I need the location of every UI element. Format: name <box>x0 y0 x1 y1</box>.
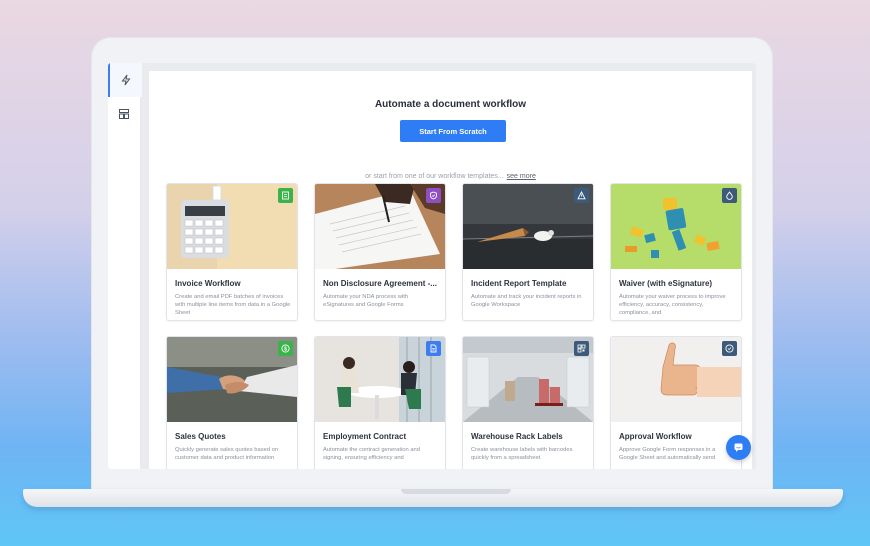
hint-text: or start from one of our workflow templa… <box>365 173 504 180</box>
template-title: Warehouse Rack Labels <box>471 432 563 441</box>
laptop-notch <box>401 489 511 494</box>
template-title: Sales Quotes <box>175 432 226 441</box>
template-badge <box>722 341 737 356</box>
chat-button[interactable] <box>726 435 751 460</box>
template-title: Non Disclosure Agreement -... <box>323 279 437 288</box>
warning-icon <box>577 191 586 200</box>
sidebar <box>108 63 142 469</box>
app-window: Automate a document workflow Start From … <box>108 63 756 469</box>
template-badge <box>278 188 293 203</box>
main-content: Automate a document workflow Start From … <box>149 71 752 469</box>
templates-hint: or start from one of our workflow templa… <box>149 173 752 180</box>
check-circle-icon <box>725 344 734 353</box>
template-badge <box>574 341 589 356</box>
template-description: Quickly generate sales quotes based on c… <box>175 447 279 461</box>
template-description: Automate and track your incident reports… <box>471 294 582 308</box>
svg-text:$: $ <box>284 346 287 352</box>
template-card[interactable]: Waiver (with eSignature) Automate your w… <box>610 183 742 321</box>
template-badge <box>722 188 737 203</box>
chat-icon <box>734 443 743 452</box>
template-title: Approval Workflow <box>619 432 692 441</box>
page-title: Automate a document workflow <box>374 99 527 110</box>
template-card[interactable]: Incident Report Template Automate and tr… <box>462 183 594 321</box>
template-description: Create warehouse labels with barcodes qu… <box>471 447 573 461</box>
template-description: Create and email PDF batches of invoices… <box>175 294 291 316</box>
template-card[interactable]: Approval Workflow Approve Google Form re… <box>610 336 742 469</box>
template-card[interactable]: Employment Contract Automate the contrac… <box>314 336 446 469</box>
drop-icon <box>726 191 733 200</box>
template-title: Waiver (with eSignature) <box>619 279 713 288</box>
see-more-link[interactable]: see more <box>507 173 536 180</box>
template-card[interactable]: Invoice Workflow Create and email PDF ba… <box>166 183 298 321</box>
template-badge: $ <box>278 341 293 356</box>
lightning-icon <box>121 74 131 86</box>
file-icon <box>430 344 437 353</box>
template-description: Approve Google Form responses in a Googl… <box>619 447 716 461</box>
qr-icon <box>577 344 586 353</box>
template-badge <box>426 188 441 203</box>
laptop-base <box>23 489 843 507</box>
sidebar-item-automations[interactable] <box>108 63 142 97</box>
start-from-scratch-button[interactable]: Start From Scratch <box>400 120 506 142</box>
dollar-icon: $ <box>281 344 290 353</box>
layout-icon <box>119 109 129 119</box>
template-card[interactable]: $ Sales Quotes Quickly generate sales qu… <box>166 336 298 469</box>
template-card[interactable]: Warehouse Rack Labels Create warehouse l… <box>462 336 594 469</box>
template-description: Automate the contract generation and sig… <box>323 447 421 461</box>
template-badge <box>574 188 589 203</box>
sidebar-item-templates[interactable] <box>108 97 140 131</box>
template-card[interactable]: Non Disclosure Agreement -... Automate y… <box>314 183 446 321</box>
template-title: Incident Report Template <box>471 279 567 288</box>
shield-icon <box>430 191 437 200</box>
template-description: Automate your waiver process to improve … <box>619 294 726 316</box>
template-badge <box>426 341 441 356</box>
document-icon <box>282 191 289 200</box>
template-title: Invoice Workflow <box>175 279 241 288</box>
template-title: Employment Contract <box>323 432 407 441</box>
template-description: Automate your NDA process with eSignatur… <box>323 294 409 308</box>
